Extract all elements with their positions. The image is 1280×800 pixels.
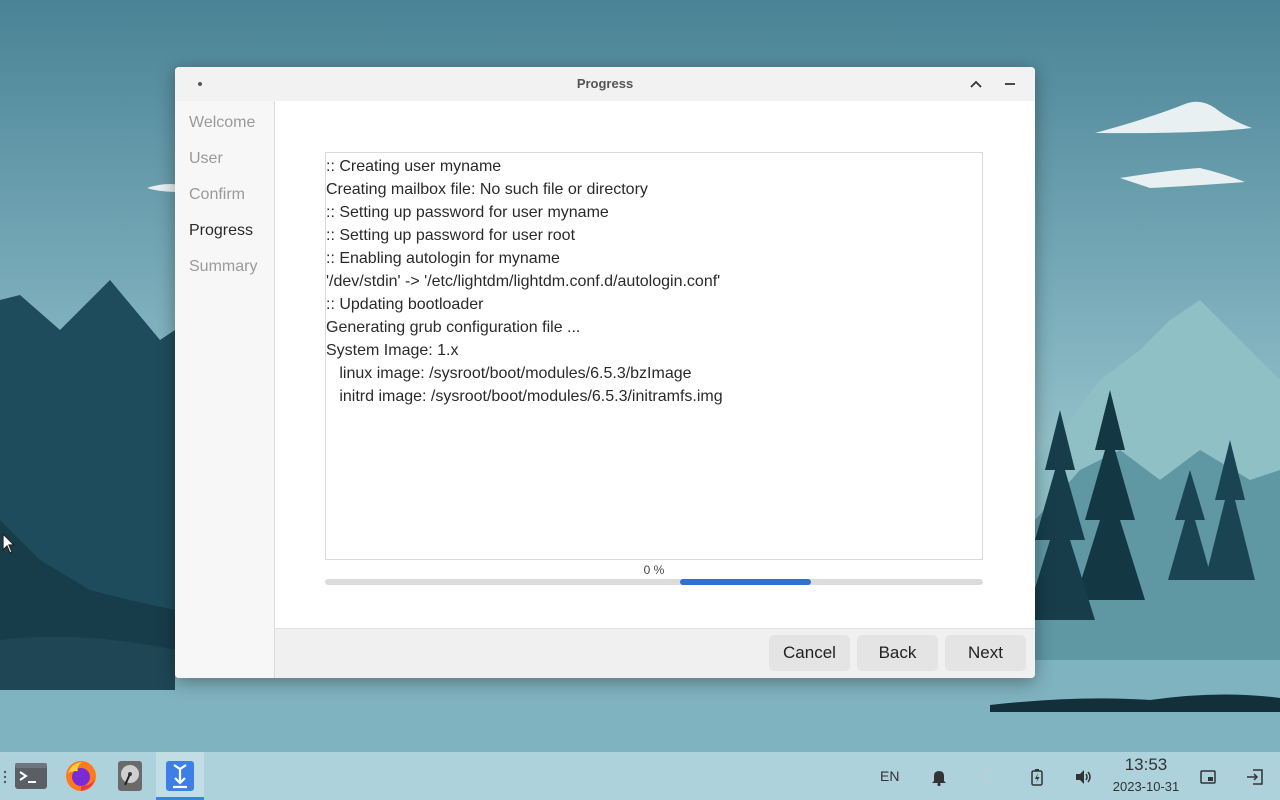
progress-indicator bbox=[680, 579, 811, 585]
volume-control[interactable] bbox=[1075, 768, 1093, 786]
step-summary: Summary bbox=[189, 258, 258, 275]
minimize-icon bbox=[1005, 83, 1015, 85]
network-status[interactable] bbox=[978, 768, 996, 786]
installer-icon bbox=[166, 761, 194, 791]
back-button[interactable]: Back bbox=[857, 635, 938, 671]
speaker-icon bbox=[1076, 770, 1091, 784]
chevron-up-icon bbox=[970, 80, 982, 88]
maximize-button[interactable] bbox=[965, 74, 987, 94]
log-line: :: Enabling autologin for myname bbox=[326, 250, 560, 267]
log-line: Creating mailbox file: No such file or d… bbox=[326, 181, 648, 198]
installer-window: Progress Welcome User Confirm Progress S… bbox=[175, 67, 1035, 678]
terminal-icon bbox=[15, 763, 47, 789]
log-line: :: Updating bootloader bbox=[326, 296, 484, 313]
keyboard-layout-indicator[interactable]: EN bbox=[880, 768, 899, 784]
progress-bar bbox=[325, 579, 983, 585]
step-user: User bbox=[189, 150, 223, 167]
steps-sidebar: Welcome User Confirm Progress Summary bbox=[175, 101, 275, 678]
install-log[interactable]: :: Creating user myname Creating mailbox… bbox=[325, 152, 983, 560]
log-line: linux image: /sysroot/boot/modules/6.5.3… bbox=[326, 365, 692, 382]
taskbar: EN bbox=[0, 752, 1280, 800]
network-busy-icon bbox=[980, 769, 993, 784]
progress-percent-label: 0 % bbox=[643, 563, 665, 577]
clock-date[interactable]: 2023-10-31 bbox=[1104, 779, 1188, 794]
battery-status[interactable] bbox=[1028, 768, 1046, 786]
log-line: '/dev/stdin' -> '/etc/lightdm/lightdm.co… bbox=[326, 273, 721, 290]
log-line: System Image: 1.x bbox=[326, 342, 459, 359]
log-line: initrd image: /sysroot/boot/modules/6.5.… bbox=[326, 388, 723, 405]
log-line: :: Setting up password for user root bbox=[326, 227, 576, 244]
button-bar: Cancel Back Next bbox=[275, 628, 1035, 678]
disk-utility-icon bbox=[118, 761, 142, 791]
firefox-icon bbox=[66, 761, 96, 791]
taskbar-app-disk-utility[interactable] bbox=[112, 758, 148, 794]
step-welcome: Welcome bbox=[189, 114, 256, 131]
logout-button[interactable] bbox=[1246, 768, 1264, 786]
minimize-button[interactable] bbox=[999, 74, 1021, 94]
battery-charging-icon bbox=[1031, 769, 1043, 786]
mouse-cursor-icon bbox=[2, 533, 16, 554]
taskbar-app-firefox[interactable] bbox=[63, 758, 99, 794]
progress-page: :: Creating user myname Creating mailbox… bbox=[275, 101, 1035, 628]
step-progress: Progress bbox=[189, 222, 254, 239]
taskbar-app-installer[interactable] bbox=[162, 758, 198, 794]
logout-icon bbox=[1247, 769, 1263, 785]
title-bar[interactable]: Progress bbox=[175, 67, 1035, 101]
log-line: :: Setting up password for user myname bbox=[326, 204, 609, 221]
bell-icon bbox=[932, 771, 946, 786]
desktop-icon bbox=[1200, 770, 1216, 784]
window-title: Progress bbox=[576, 76, 634, 91]
step-confirm: Confirm bbox=[189, 186, 246, 203]
notifications-button[interactable] bbox=[930, 768, 948, 786]
cancel-button[interactable]: Cancel bbox=[769, 635, 850, 671]
next-button[interactable]: Next bbox=[945, 635, 1026, 671]
clock-time[interactable]: 13:53 bbox=[1110, 755, 1182, 775]
taskbar-grip-icon[interactable] bbox=[3, 770, 7, 784]
log-line: Generating grub configuration file ... bbox=[326, 319, 581, 336]
taskbar-app-terminal[interactable] bbox=[13, 758, 49, 794]
log-line: :: Creating user myname bbox=[326, 158, 502, 175]
show-desktop-button[interactable] bbox=[1199, 768, 1217, 786]
